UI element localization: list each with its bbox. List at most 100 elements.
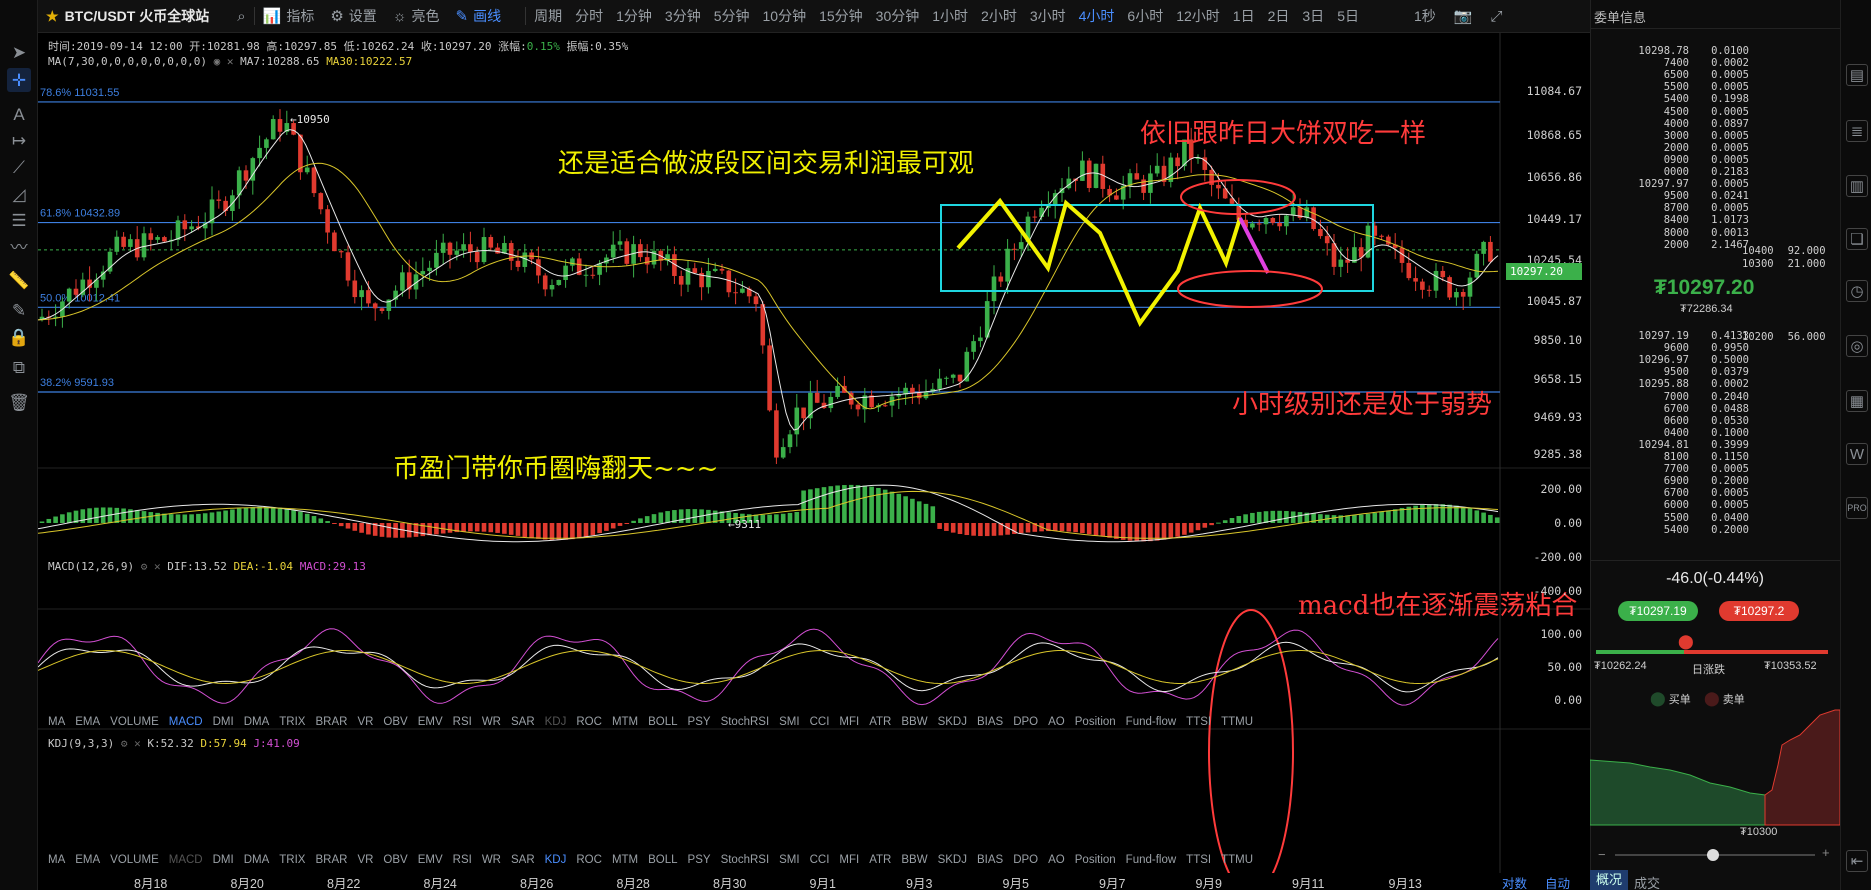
period-4[interactable]: 10分钟 — [763, 6, 807, 26]
indicator-tab-brar[interactable]: BRAR — [315, 854, 347, 866]
indicator-tab-psy[interactable]: PSY — [688, 716, 711, 728]
orderbook-row[interactable]: 2000 2.1467 — [1594, 239, 1749, 251]
indicator-tab-volume[interactable]: VOLUME — [110, 716, 159, 728]
collapse-icon[interactable]: ⇤ — [1846, 850, 1868, 872]
indicator-tab-wr[interactable]: WR — [482, 854, 501, 866]
indicator-tab-dma[interactable]: DMA — [244, 716, 270, 728]
orderbook-row[interactable]: 9600 0.9950 — [1594, 342, 1749, 354]
indicator-tab-obv[interactable]: OBV — [383, 854, 407, 866]
magnet-icon[interactable]: ⧉ — [7, 355, 31, 379]
indicator-tab-stochrsi[interactable]: StochRSI — [721, 716, 770, 728]
tab-trades[interactable]: 成交 — [1634, 873, 1660, 890]
indicator-tab-boll[interactable]: BOLL — [648, 854, 677, 866]
indicator-tab-rsi[interactable]: RSI — [453, 716, 472, 728]
indicator-tab-boll[interactable]: BOLL — [648, 716, 677, 728]
orderbook-row[interactable]: 9500 0.0379 — [1594, 366, 1749, 378]
indicator-tab-dpo[interactable]: DPO — [1013, 716, 1038, 728]
orderbook-row[interactable]: 7000 0.2040 — [1594, 391, 1749, 403]
indicator-tab-emv[interactable]: EMV — [418, 716, 443, 728]
period-10[interactable]: 4小时 — [1079, 6, 1115, 26]
orderbook-row[interactable]: 7400 0.0002 — [1594, 57, 1749, 69]
orderbook-row[interactable]: 7700 0.0005 — [1594, 463, 1749, 475]
indicator-tab-ao[interactable]: AO — [1048, 854, 1065, 866]
indicator-tab-ao[interactable]: AO — [1048, 716, 1065, 728]
orderbook-row[interactable]: 4500 0.0005 — [1594, 106, 1749, 118]
orderbook-row[interactable]: 10297.19 0.4133 — [1594, 330, 1749, 342]
indicator-tab-dpo[interactable]: DPO — [1013, 854, 1038, 866]
indicator-tab-vr[interactable]: VR — [357, 716, 373, 728]
macd-settings-icon[interactable]: ⚙ ✕ — [141, 560, 161, 573]
period-6[interactable]: 30分钟 — [876, 6, 920, 26]
log-scale-toggle[interactable]: 对数 — [1502, 873, 1527, 890]
indicator-tab-fund-flow[interactable]: Fund-flow — [1126, 716, 1177, 728]
orderbook-row[interactable]: 2000 0.0005 — [1594, 142, 1749, 154]
text-tool-icon[interactable]: A — [7, 102, 31, 126]
orderbook-icon[interactable]: ▤ — [1846, 64, 1868, 86]
indicators-button[interactable]: 📊 指标 — [263, 6, 315, 26]
settings-button[interactable]: ⚙ 设置 — [330, 6, 376, 26]
period-11[interactable]: 6小时 — [1127, 6, 1163, 26]
brightness-button[interactable]: ☼ 亮色 — [393, 6, 440, 26]
orderbook-row[interactable]: 6000 0.0005 — [1594, 499, 1749, 511]
buy-price-button[interactable]: ₮10297.19 — [1618, 601, 1698, 621]
indicator-tab-atr[interactable]: ATR — [869, 854, 891, 866]
wave-tool-icon[interactable]: 〰 — [7, 235, 31, 259]
orderbook-row[interactable]: 10297.97 0.0005 — [1594, 178, 1749, 190]
indicator-tab-cci[interactable]: CCI — [810, 716, 830, 728]
bar-chart-icon[interactable]: ▥ — [1846, 175, 1868, 197]
sell-price-button[interactable]: ₮10297.2 — [1719, 601, 1799, 621]
indicator-tab-dmi[interactable]: DMI — [213, 854, 234, 866]
orderbook-row[interactable]: 0000 0.2183 — [1594, 166, 1749, 178]
orderbook-row[interactable]: 0600 0.0530 — [1594, 415, 1749, 427]
ruler-icon[interactable]: 📏 — [7, 268, 31, 292]
zoom-in-icon[interactable]: + — [1822, 845, 1830, 860]
indicator-tab-skdj[interactable]: SKDJ — [938, 854, 967, 866]
fullscreen-icon[interactable]: ⤢ — [1490, 8, 1502, 25]
orderbook-row[interactable]: 6700 0.0488 — [1594, 403, 1749, 415]
indicator-tab-ttmu[interactable]: TTMU — [1221, 854, 1253, 866]
indicator-tab-psy[interactable]: PSY — [688, 854, 711, 866]
brush-icon[interactable]: ✎ — [7, 298, 31, 322]
indicator-tab-position[interactable]: Position — [1075, 716, 1116, 728]
indicator-tab-ma[interactable]: MA — [48, 854, 65, 866]
trend-line-icon[interactable]: ⟋ — [7, 155, 31, 179]
orderbook-row[interactable]: 10298.78 0.0100 — [1594, 45, 1749, 57]
camera-icon[interactable]: 📷 — [1454, 7, 1473, 25]
indicator-tab-fund-flow[interactable]: Fund-flow — [1126, 854, 1177, 866]
indicator-tab-ema[interactable]: EMA — [75, 854, 100, 866]
period-7[interactable]: 1小时 — [932, 6, 968, 26]
indicator-tab-mfi[interactable]: MFI — [839, 716, 859, 728]
calendar-icon[interactable]: ▦ — [1846, 390, 1868, 412]
orderbook-row[interactable]: 5500 0.0400 — [1594, 512, 1749, 524]
orderbook-row[interactable]: 6700 0.0005 — [1594, 487, 1749, 499]
parallel-lines-icon[interactable]: ☰ — [7, 208, 31, 232]
triangle-tool-icon[interactable]: ◿ — [7, 182, 31, 206]
refresh-rate[interactable]: 1秒 — [1414, 6, 1436, 26]
period-16[interactable]: 5日 — [1337, 6, 1359, 26]
cursor-arrow-icon[interactable]: ➤ — [7, 40, 31, 64]
indicator-tab-smi[interactable]: SMI — [779, 716, 799, 728]
orderbook-row[interactable]: 8000 0.0013 — [1594, 227, 1749, 239]
indicator-tab-emv[interactable]: EMV — [418, 854, 443, 866]
indicator-tab-kdj[interactable]: KDJ — [545, 716, 567, 728]
auto-scale-toggle[interactable]: 自动 — [1545, 873, 1570, 890]
indicator-tab-roc[interactable]: ROC — [576, 716, 602, 728]
symbol-selector[interactable]: ★ BTC/USDT 火币全球站 — [46, 6, 209, 26]
indicator-tab-sar[interactable]: SAR — [511, 854, 535, 866]
lock-icon[interactable]: 🔒 — [7, 325, 31, 349]
orderbook-row[interactable]: 4000 0.0897 — [1594, 118, 1749, 130]
indicator-tab-ttmu[interactable]: TTMU — [1221, 716, 1253, 728]
crosshair-icon[interactable]: ✛ — [7, 68, 31, 92]
orderbook-row[interactable]: 5500 0.0005 — [1594, 81, 1749, 93]
period-12[interactable]: 12小时 — [1176, 6, 1220, 26]
orderbook-row[interactable]: 8400 1.0173 — [1594, 214, 1749, 226]
indicator-tab-dmi[interactable]: DMI — [213, 716, 234, 728]
indicator-tab-vr[interactable]: VR — [357, 854, 373, 866]
indicator-tab-macd[interactable]: MACD — [169, 716, 203, 728]
tab-overview[interactable]: 概况 — [1590, 870, 1628, 890]
indicator-tab-mfi[interactable]: MFI — [839, 854, 859, 866]
compass-icon[interactable]: ◎ — [1846, 335, 1868, 357]
indicator-tab-trix[interactable]: TRIX — [279, 854, 305, 866]
orderbook-row[interactable]: 9500 0.0241 — [1594, 190, 1749, 202]
depth-chart[interactable] — [1590, 705, 1840, 830]
